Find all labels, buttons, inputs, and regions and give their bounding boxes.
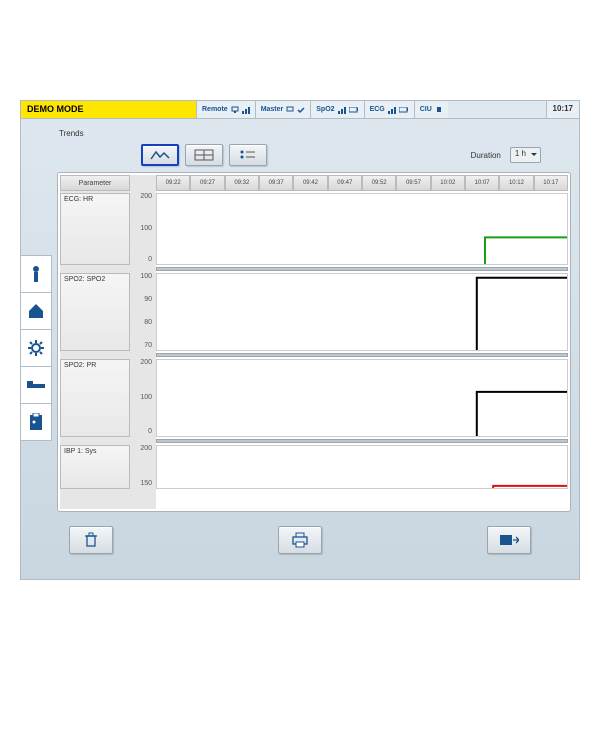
sidebar-settings-button[interactable] (20, 329, 52, 367)
view-table-button[interactable] (185, 144, 223, 166)
list-icon (238, 149, 258, 161)
y-tick: 0 (134, 428, 152, 435)
sidebar-bed-button[interactable] (20, 366, 52, 404)
y-tick: 100 (134, 225, 152, 232)
page-title: Trends (21, 119, 579, 144)
time-tick: 09:37 (259, 175, 293, 191)
status-label: Remote (202, 106, 228, 113)
y-tick: 0 (134, 256, 152, 263)
time-tick: 09:52 (362, 175, 396, 191)
chart-line-icon (150, 149, 170, 161)
footer-toolbar (21, 512, 579, 554)
status-label: Master (261, 106, 284, 113)
sidebar-patient-button[interactable] (20, 255, 52, 293)
check-icon (297, 106, 305, 114)
y-tick: 200 (134, 193, 152, 200)
parameter-header: Parameter (60, 175, 130, 191)
y-tick: 80 (134, 319, 152, 326)
view-graph-button[interactable] (141, 144, 179, 166)
trace-line (157, 274, 567, 350)
yaxis-column: 200 100 0 100 90 80 70 200 100 0 200 150 (132, 175, 154, 509)
gear-icon (27, 339, 45, 357)
y-tick: 200 (134, 445, 152, 452)
strip-divider[interactable] (156, 439, 568, 443)
view-toolbar: Duration 1 h (21, 144, 579, 172)
view-list-button[interactable] (229, 144, 267, 166)
patient-icon (29, 264, 43, 284)
status-ciu[interactable]: CIU (414, 101, 448, 118)
y-tick: 150 (134, 480, 152, 487)
strip-divider[interactable] (156, 267, 568, 271)
clipboard-icon (28, 413, 44, 431)
clock: 10:17 (546, 101, 579, 118)
time-tick: 09:27 (190, 175, 224, 191)
battery-icon (349, 107, 359, 113)
signal-icon (242, 106, 250, 114)
y-tick: 90 (134, 296, 152, 303)
trace-line (157, 360, 567, 436)
time-tick: 09:22 (156, 175, 190, 191)
y-tick: 100 (134, 273, 152, 280)
parameter-cell[interactable]: SPO2: SPO2 (60, 273, 130, 351)
duration-select[interactable]: 1 h (510, 147, 541, 163)
y-tick: 70 (134, 342, 152, 349)
trace-line (157, 446, 567, 488)
time-tick: 10:02 (431, 175, 465, 191)
time-tick: 09:47 (328, 175, 362, 191)
trend-strip[interactable] (156, 445, 568, 489)
time-tick: 10:12 (499, 175, 533, 191)
trend-strip[interactable] (156, 359, 568, 437)
trash-icon (84, 532, 98, 548)
top-bar: DEMO MODE Remote Master SpO2 ECG (21, 101, 579, 119)
trace-line (157, 194, 567, 264)
parameter-cell[interactable]: IBP 1: Sys (60, 445, 130, 489)
parameter-column: Parameter ECG: HR SPO2: SPO2 SPO2: PR IBP 1… (60, 175, 130, 509)
status-spo2[interactable]: SpO2 (310, 101, 363, 118)
time-axis: 09:2209:2709:3209:3709:4209:4709:5209:57… (156, 175, 568, 191)
print-button[interactable] (278, 526, 322, 554)
left-sidebar (20, 256, 52, 441)
time-tick: 09:42 (293, 175, 327, 191)
trend-strip[interactable] (156, 273, 568, 351)
parameter-cell[interactable]: SPO2: PR (60, 359, 130, 437)
export-button[interactable] (487, 526, 531, 554)
signal-icon (338, 106, 346, 114)
time-tick: 10:07 (465, 175, 499, 191)
parameter-cell[interactable]: ECG: HR (60, 193, 130, 265)
chart-area: Parameter ECG: HR SPO2: SPO2 SPO2: PR IBP 1… (57, 172, 571, 512)
battery-icon (399, 107, 409, 113)
plot-column: 09:2209:2709:3209:3709:4209:4709:5209:57… (156, 175, 568, 509)
y-tick: 200 (134, 359, 152, 366)
status-label: CIU (420, 106, 432, 113)
y-tick: 100 (134, 394, 152, 401)
home-icon (27, 302, 45, 320)
printer-icon (291, 532, 309, 548)
delete-button[interactable] (69, 526, 113, 554)
time-tick: 09:32 (225, 175, 259, 191)
status-label: SpO2 (316, 106, 334, 113)
status-ecg[interactable]: ECG (364, 101, 414, 118)
sidebar-home-button[interactable] (20, 292, 52, 330)
strip-divider[interactable] (156, 353, 568, 357)
monitor-icon (231, 106, 239, 114)
app-window: DEMO MODE Remote Master SpO2 ECG (20, 100, 580, 580)
status-group: Remote Master SpO2 ECG CIU (196, 101, 546, 118)
signal-icon (388, 106, 396, 114)
sidebar-records-button[interactable] (20, 403, 52, 441)
export-icon (499, 534, 519, 546)
bed-icon (26, 379, 46, 391)
status-label: ECG (370, 106, 385, 113)
time-tick: 10:17 (534, 175, 568, 191)
time-tick: 09:57 (396, 175, 430, 191)
status-master[interactable]: Master (255, 101, 311, 118)
trend-strip[interactable] (156, 193, 568, 265)
table-icon (194, 149, 214, 161)
duration-value: 1 h (515, 149, 526, 158)
plug-icon (435, 106, 443, 114)
monitor-icon (286, 106, 294, 114)
status-remote[interactable]: Remote (196, 101, 255, 118)
demo-mode-banner: DEMO MODE (21, 101, 196, 118)
duration-label: Duration (471, 151, 501, 160)
